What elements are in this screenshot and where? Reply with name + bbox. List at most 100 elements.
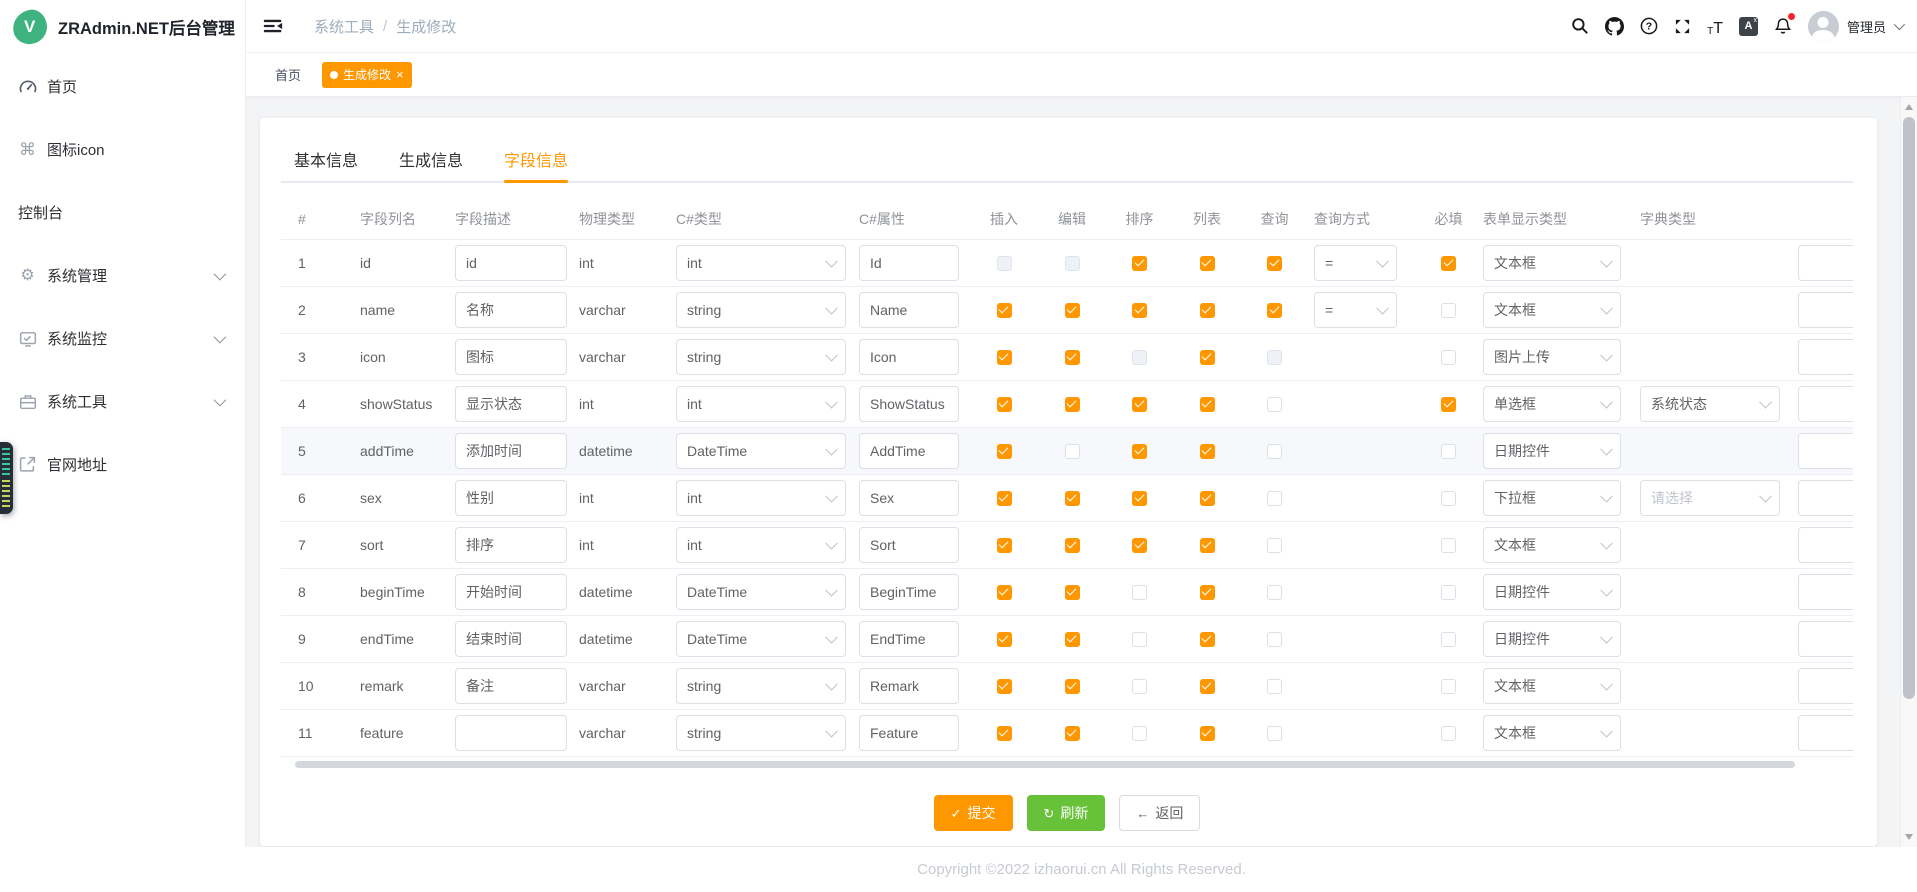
- help-icon[interactable]: ?: [1640, 15, 1658, 37]
- vertical-scrollbar-thumb[interactable]: [1903, 117, 1915, 699]
- insert-checkbox[interactable]: [997, 491, 1012, 506]
- cstype-select[interactable]: DateTime: [676, 621, 846, 657]
- required-checkbox[interactable]: [1441, 585, 1456, 600]
- desc-input[interactable]: 性别: [455, 480, 567, 516]
- query-checkbox[interactable]: [1267, 726, 1282, 741]
- formtype-select[interactable]: 日期控件: [1483, 621, 1621, 657]
- insert-checkbox[interactable]: [997, 350, 1012, 365]
- list-checkbox[interactable]: [1200, 538, 1215, 553]
- github-icon[interactable]: [1605, 15, 1624, 37]
- required-checkbox[interactable]: [1441, 350, 1456, 365]
- edit-checkbox[interactable]: [1065, 303, 1080, 318]
- extra-input[interactable]: [1798, 621, 1853, 657]
- required-checkbox[interactable]: [1441, 491, 1456, 506]
- tab-2[interactable]: 字段信息: [504, 136, 568, 181]
- sidebar-item-5[interactable]: 系统工具: [0, 370, 245, 433]
- sidebar-item-6[interactable]: 官网地址: [0, 433, 245, 496]
- edit-checkbox[interactable]: [1065, 350, 1080, 365]
- tab-1[interactable]: 生成信息: [399, 136, 463, 181]
- insert-checkbox[interactable]: [997, 679, 1012, 694]
- list-checkbox[interactable]: [1200, 726, 1215, 741]
- csprop-input[interactable]: Sex: [859, 480, 959, 516]
- desc-input[interactable]: 添加时间: [455, 433, 567, 469]
- query-checkbox[interactable]: [1267, 444, 1282, 459]
- scroll-up-arrow-icon[interactable]: [1905, 104, 1913, 110]
- insert-checkbox[interactable]: [997, 397, 1012, 412]
- vertical-scrollbar[interactable]: [1900, 97, 1917, 847]
- csprop-input[interactable]: Feature: [859, 715, 959, 751]
- tag-0[interactable]: 首页: [275, 65, 301, 84]
- sort-checkbox[interactable]: [1132, 679, 1147, 694]
- desc-input[interactable]: 排序: [455, 527, 567, 563]
- sort-checkbox[interactable]: [1132, 491, 1147, 506]
- edit-checkbox[interactable]: [1065, 491, 1080, 506]
- extra-input[interactable]: [1798, 574, 1853, 610]
- insert-checkbox[interactable]: [997, 538, 1012, 553]
- edit-checkbox[interactable]: [1065, 679, 1080, 694]
- list-checkbox[interactable]: [1200, 303, 1215, 318]
- sidebar-collapse-icon[interactable]: [262, 15, 284, 37]
- csprop-input[interactable]: BeginTime: [859, 574, 959, 610]
- extra-input[interactable]: [1798, 339, 1853, 375]
- close-icon[interactable]: ×: [396, 68, 404, 81]
- desc-input[interactable]: [455, 715, 567, 751]
- desc-input[interactable]: 名称: [455, 292, 567, 328]
- list-checkbox[interactable]: [1200, 491, 1215, 506]
- cstype-select[interactable]: string: [676, 715, 846, 751]
- insert-checkbox[interactable]: [997, 585, 1012, 600]
- list-checkbox[interactable]: [1200, 350, 1215, 365]
- required-checkbox[interactable]: [1441, 444, 1456, 459]
- desc-input[interactable]: 备注: [455, 668, 567, 704]
- required-checkbox[interactable]: [1441, 256, 1456, 271]
- cstype-select[interactable]: string: [676, 339, 846, 375]
- cstype-select[interactable]: string: [676, 292, 846, 328]
- desc-input[interactable]: 结束时间: [455, 621, 567, 657]
- sort-checkbox[interactable]: [1132, 444, 1147, 459]
- translate-icon[interactable]: Ax: [1739, 15, 1758, 37]
- edit-checkbox[interactable]: [1065, 444, 1080, 459]
- required-checkbox[interactable]: [1441, 397, 1456, 412]
- sort-checkbox[interactable]: [1132, 350, 1147, 365]
- csprop-input[interactable]: Remark: [859, 668, 959, 704]
- tab-0[interactable]: 基本信息: [294, 136, 358, 181]
- sort-checkbox[interactable]: [1132, 632, 1147, 647]
- tag-active-1[interactable]: 生成修改×: [322, 62, 412, 88]
- insert-checkbox[interactable]: [997, 632, 1012, 647]
- csprop-input[interactable]: Name: [859, 292, 959, 328]
- search-icon[interactable]: [1571, 15, 1589, 37]
- sort-checkbox[interactable]: [1132, 397, 1147, 412]
- cstype-select[interactable]: string: [676, 668, 846, 704]
- csprop-input[interactable]: ShowStatus: [859, 386, 959, 422]
- cstype-select[interactable]: DateTime: [676, 574, 846, 610]
- extra-input[interactable]: [1798, 245, 1853, 281]
- csprop-input[interactable]: Sort: [859, 527, 959, 563]
- sort-checkbox[interactable]: [1132, 585, 1147, 600]
- query-checkbox[interactable]: [1267, 256, 1282, 271]
- scroll-down-arrow-icon[interactable]: [1905, 834, 1913, 840]
- required-checkbox[interactable]: [1441, 679, 1456, 694]
- cstype-select[interactable]: int: [676, 245, 846, 281]
- formtype-select[interactable]: 文本框: [1483, 527, 1621, 563]
- insert-checkbox[interactable]: [997, 303, 1012, 318]
- sidebar-item-3[interactable]: ⚙系统管理: [0, 244, 245, 307]
- sidebar-item-2[interactable]: 控制台: [0, 181, 245, 244]
- submit-button[interactable]: ✓提交: [934, 795, 1013, 831]
- cstype-select[interactable]: DateTime: [676, 433, 846, 469]
- list-checkbox[interactable]: [1200, 444, 1215, 459]
- csprop-input[interactable]: AddTime: [859, 433, 959, 469]
- required-checkbox[interactable]: [1441, 632, 1456, 647]
- edit-checkbox[interactable]: [1065, 256, 1080, 271]
- desc-input[interactable]: 图标: [455, 339, 567, 375]
- cstype-select[interactable]: int: [676, 527, 846, 563]
- edit-checkbox[interactable]: [1065, 538, 1080, 553]
- user-menu[interactable]: 管理员: [1808, 11, 1902, 42]
- query-checkbox[interactable]: [1267, 679, 1282, 694]
- query-checkbox[interactable]: [1267, 303, 1282, 318]
- query-checkbox[interactable]: [1267, 491, 1282, 506]
- extra-input[interactable]: [1798, 527, 1853, 563]
- formtype-select[interactable]: 图片上传: [1483, 339, 1621, 375]
- formtype-select[interactable]: 文本框: [1483, 668, 1621, 704]
- sidebar-item-0[interactable]: 首页: [0, 55, 245, 118]
- horizontal-scrollbar[interactable]: [281, 761, 1853, 769]
- sort-checkbox[interactable]: [1132, 256, 1147, 271]
